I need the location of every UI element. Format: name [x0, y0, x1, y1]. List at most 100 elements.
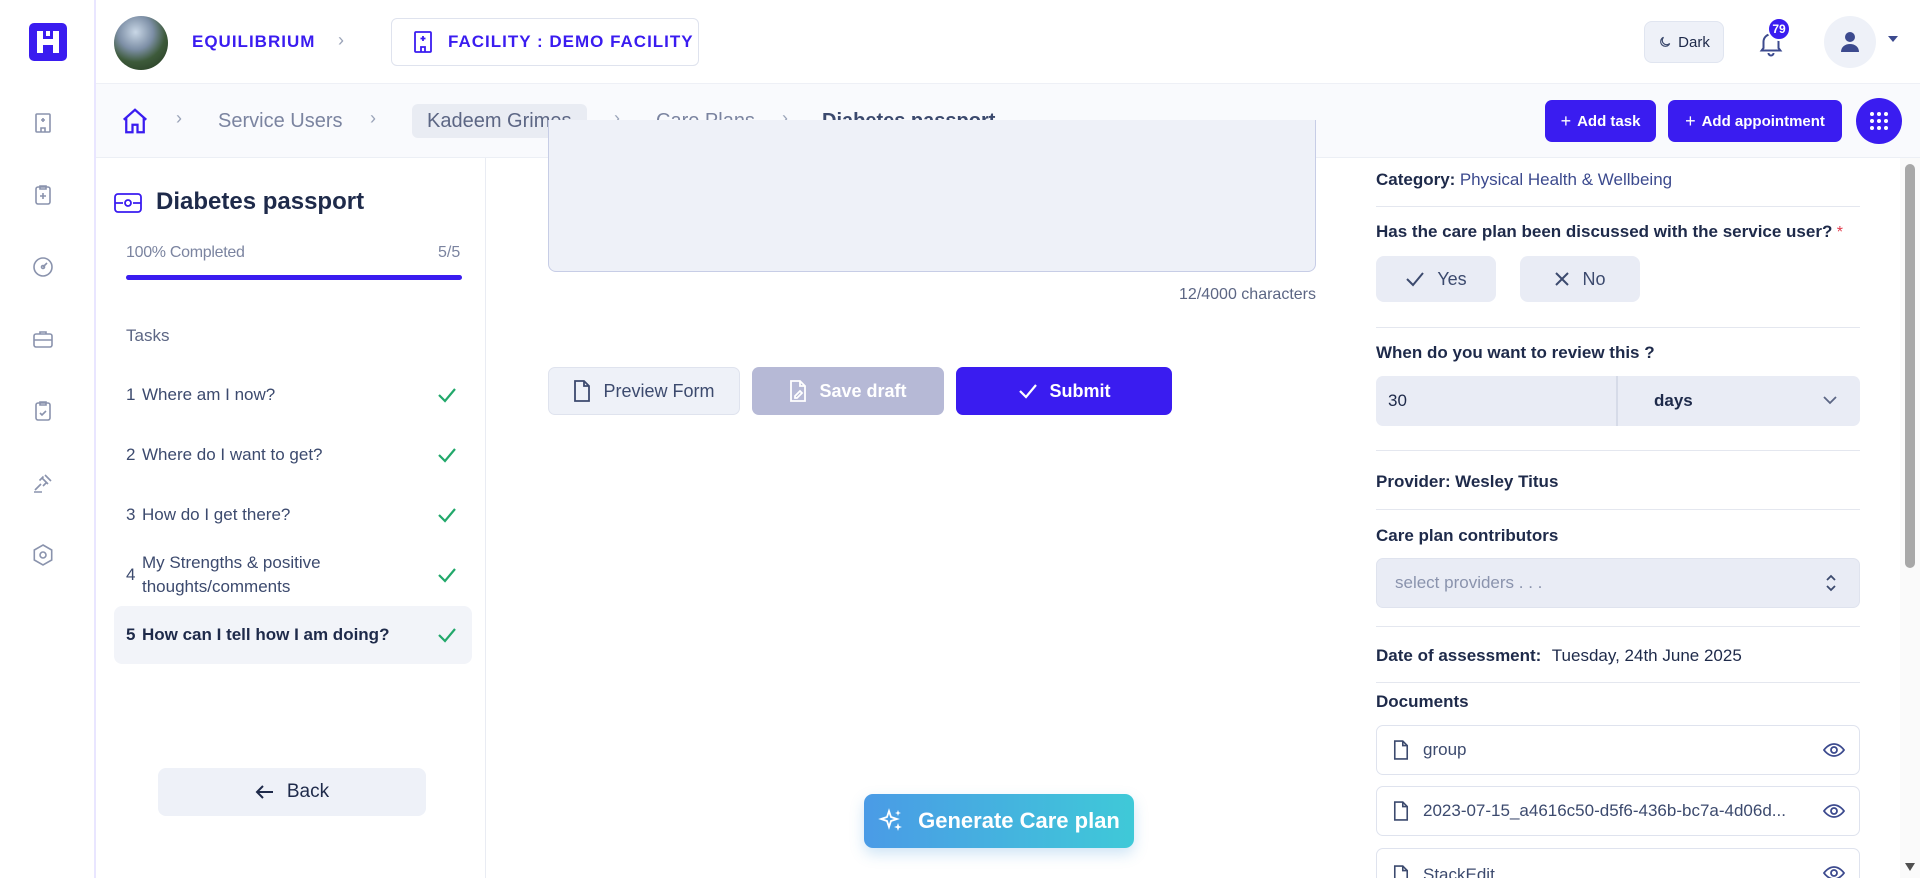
breadcrumb-service-users[interactable]: Service Users: [218, 110, 342, 133]
nav-rail: [0, 0, 96, 878]
tasks-heading: Tasks: [126, 326, 170, 345]
caret-down-icon[interactable]: [1886, 34, 1900, 44]
contributors-select[interactable]: select providers . . .: [1376, 558, 1860, 608]
chevron-up-down-icon: [1826, 574, 1836, 592]
review-question: When do you want to review this ?: [1376, 343, 1655, 362]
notification-badge: 79: [1767, 17, 1791, 41]
app-root: EQUILIBRIUM › FACILITY : DEMO FACILITY D…: [0, 0, 1920, 878]
document-name: StackEdit: [1423, 865, 1495, 878]
save-draft-label: Save draft: [819, 380, 907, 401]
assessment-date-value: Tuesday, 24th June 2025: [1551, 646, 1742, 665]
medical-clipboard-icon[interactable]: [30, 182, 56, 208]
task-number: 5: [126, 625, 136, 644]
passport-card-icon: [114, 193, 142, 213]
chevron-down-icon: [1823, 396, 1837, 405]
assessment-date-label: Date of assessment:: [1376, 646, 1542, 665]
contributors-placeholder: select providers . . .: [1395, 573, 1543, 592]
check-icon: [438, 508, 456, 523]
facility-selector[interactable]: FACILITY : DEMO FACILITY: [391, 18, 699, 66]
yes-label: Yes: [1437, 268, 1467, 289]
review-period-field: 30 days: [1376, 376, 1860, 426]
eye-icon[interactable]: [1823, 803, 1845, 819]
app-logo[interactable]: [29, 23, 67, 61]
task-number: 1: [126, 385, 136, 404]
preview-form-button[interactable]: Preview Form: [548, 367, 740, 415]
submit-button[interactable]: Submit: [956, 367, 1172, 415]
documents-label: Documents: [1376, 692, 1469, 711]
plus-icon: +: [1560, 110, 1572, 131]
checklist-clipboard-icon[interactable]: [30, 398, 56, 424]
home-icon[interactable]: [120, 106, 150, 136]
settings-hexagon-icon[interactable]: [30, 542, 56, 568]
task-item[interactable]: 2 Where do I want to get?: [114, 426, 472, 484]
document-edit-icon: [790, 380, 807, 402]
h-logo-icon: [37, 31, 59, 53]
progress-label: 100% Completed: [126, 244, 245, 261]
save-draft-button[interactable]: Save draft: [752, 367, 944, 415]
gavel-icon[interactable]: [30, 470, 56, 496]
check-icon: [438, 388, 456, 403]
task-item[interactable]: 3 How do I get there?: [114, 486, 472, 544]
theme-toggle-button[interactable]: Dark: [1644, 21, 1724, 63]
chevron-right-icon: ›: [338, 30, 344, 50]
chevron-right-icon: ›: [176, 108, 182, 128]
provider-label: Provider:: [1376, 472, 1451, 491]
task-item[interactable]: 4 My Strengths & positive thoughts/comme…: [114, 546, 472, 604]
review-number-input[interactable]: 30: [1376, 376, 1618, 426]
organization-avatar[interactable]: [114, 16, 168, 70]
review-unit-select[interactable]: days: [1618, 376, 1860, 426]
eye-icon[interactable]: [1823, 865, 1845, 878]
review-unit-value: days: [1654, 391, 1693, 410]
generate-care-plan-button[interactable]: Generate Care plan: [864, 794, 1134, 848]
document-item[interactable]: StackEdit: [1376, 848, 1860, 878]
back-button[interactable]: Back: [158, 768, 426, 816]
document-icon: [1393, 865, 1409, 878]
document-name: group: [1423, 740, 1467, 759]
discussed-question: Has the care plan been discussed with th…: [1376, 222, 1833, 241]
divider: [1376, 450, 1860, 451]
scroll-down-arrow-icon[interactable]: [1904, 862, 1916, 872]
organization-name[interactable]: EQUILIBRIUM: [192, 32, 315, 52]
task-label: How can I tell how I am doing?: [142, 625, 390, 644]
provider-value: Wesley Titus: [1455, 472, 1559, 491]
divider: [1376, 206, 1860, 207]
preview-form-label: Preview Form: [603, 380, 715, 401]
task-label: How do I get there?: [142, 505, 291, 524]
dashboard-gauge-icon[interactable]: [30, 254, 56, 280]
moon-icon: [1660, 36, 1671, 47]
category-label: Category:: [1376, 170, 1456, 189]
notes-textarea[interactable]: [548, 120, 1316, 272]
progress-count: 5/5: [438, 244, 461, 261]
add-task-button[interactable]: + Add task: [1545, 100, 1656, 142]
no-label: No: [1582, 268, 1606, 289]
scrollbar-thumb[interactable]: [1905, 164, 1915, 568]
user-avatar[interactable]: [1824, 16, 1876, 68]
document-icon: [1393, 801, 1409, 821]
divider: [1376, 626, 1860, 627]
document-item[interactable]: 2023-07-15_a4616c50-d5f6-436b-bc7a-4d06d…: [1376, 786, 1860, 836]
add-appointment-button[interactable]: + Add appointment: [1668, 100, 1842, 142]
required-marker: *: [1836, 224, 1844, 241]
task-label: Where do I want to get?: [142, 445, 323, 464]
eye-icon[interactable]: [1823, 742, 1845, 758]
no-button[interactable]: No: [1520, 256, 1640, 302]
task-panel: Diabetes passport 100% Completed 5/5 Tas…: [96, 158, 486, 878]
task-item[interactable]: 5 How can I tell how I am doing?: [114, 606, 472, 664]
divider: [1376, 509, 1860, 510]
yes-button[interactable]: Yes: [1376, 256, 1496, 302]
document-icon: [1393, 740, 1409, 760]
document-name: 2023-07-15_a4616c50-d5f6-436b-bc7a-4d06d…: [1423, 801, 1786, 820]
category-value[interactable]: Physical Health & Wellbeing: [1460, 170, 1672, 189]
building-icon[interactable]: [30, 110, 56, 136]
back-label: Back: [286, 781, 330, 802]
document-item[interactable]: group: [1376, 725, 1860, 775]
check-icon: [438, 448, 456, 463]
task-item[interactable]: 1 Where am I now?: [114, 366, 472, 424]
hospital-icon: [414, 31, 432, 53]
briefcase-icon[interactable]: [30, 326, 56, 352]
apps-grid-button[interactable]: [1856, 98, 1902, 144]
check-icon: [1406, 272, 1425, 287]
check-icon: [438, 568, 456, 583]
facility-label: FACILITY : DEMO FACILITY: [448, 32, 694, 51]
top-bar: EQUILIBRIUM › FACILITY : DEMO FACILITY D…: [96, 0, 1920, 84]
